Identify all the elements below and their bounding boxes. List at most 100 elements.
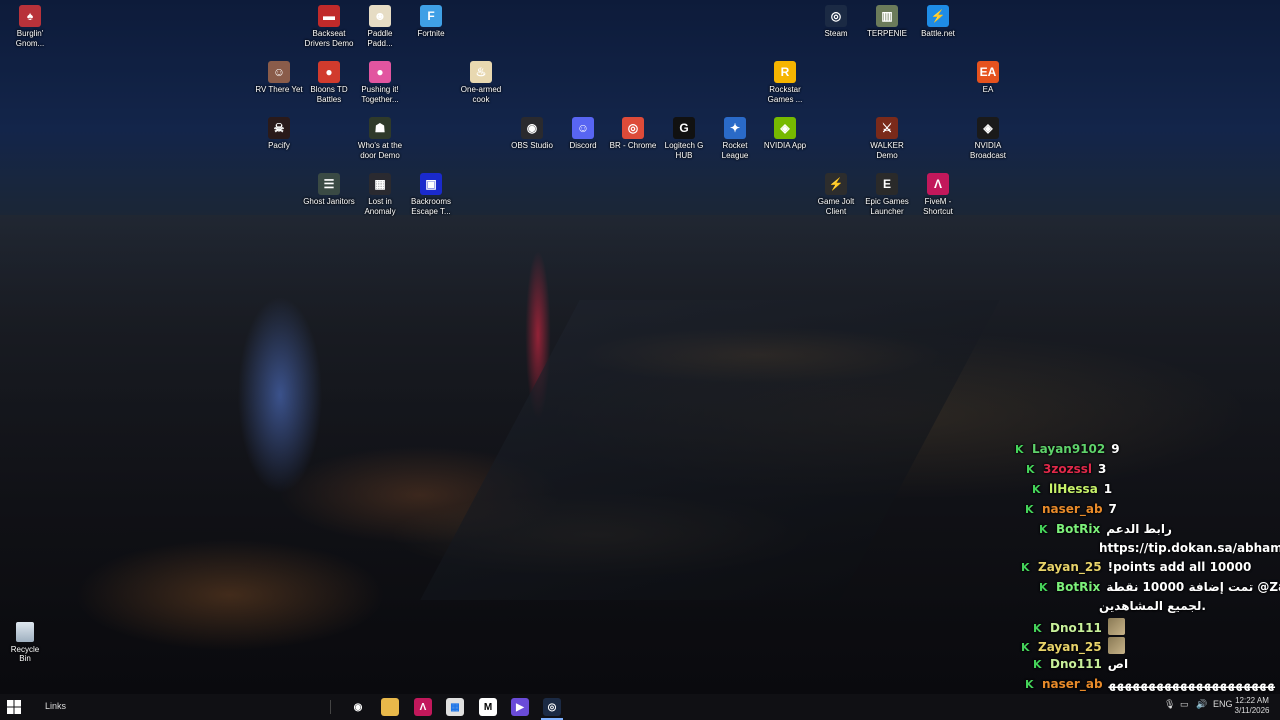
desktop-shortcut[interactable]: F Fortnite	[405, 5, 457, 39]
shortcut-icon: ▥	[876, 5, 898, 27]
chat-text: رابط الدعم	[1106, 522, 1172, 536]
desktop-shortcut[interactable]: ⚡ Game Jolt Client	[810, 173, 862, 217]
desktop-shortcut[interactable]: ◈ NVIDIA App	[759, 117, 811, 151]
shortcut-icon: G	[673, 117, 695, 139]
desktop-shortcut[interactable]: ☰ Ghost Janitors	[303, 173, 355, 207]
links-toolbar[interactable]: Links	[45, 701, 66, 711]
chat-username[interactable]: Zayan_25	[1038, 640, 1102, 654]
microphone-icon[interactable]: 🎙	[1164, 699, 1175, 710]
shortcut-icon: ☠	[268, 117, 290, 139]
shortcut-label: Pushing it! Together...	[361, 85, 399, 104]
clock[interactable]: 12:22 AM 3/11/2026	[1232, 696, 1272, 716]
chat-username[interactable]: naser_ab	[1042, 677, 1103, 691]
recycle-bin-icon[interactable]: Recycle Bin	[4, 622, 46, 663]
kick-badge-icon: K	[1025, 678, 1034, 691]
chat-text: 9	[1111, 442, 1120, 456]
shortcut-label: Rocket League	[721, 141, 749, 160]
steam-icon[interactable]: ◎	[543, 698, 561, 716]
media-player-icon[interactable]: ▶	[511, 698, 529, 716]
chat-username[interactable]: Zayan_25	[1038, 560, 1102, 574]
shortcut-label: Battle.net	[921, 29, 955, 38]
shortcut-label: Pacify	[268, 141, 290, 150]
file-explorer-icon[interactable]: ▇	[381, 698, 399, 716]
desktop-shortcut[interactable]: ⚡ Battle.net	[912, 5, 964, 39]
desktop-shortcut[interactable]: ● Bloons TD Battles	[303, 61, 355, 105]
chat-username[interactable]: BotRix	[1056, 580, 1100, 594]
trash-bin-icon	[16, 622, 34, 642]
emote-image	[1107, 618, 1125, 635]
desktop-shortcut[interactable]: ▣ Backrooms Escape T...	[405, 173, 457, 217]
desktop-shortcut[interactable]: Λ FiveM - Shortcut	[912, 173, 964, 217]
desktop-shortcut[interactable]: ◉ OBS Studio	[506, 117, 558, 151]
shortcut-label: Game Jolt Client	[817, 197, 855, 216]
shortcut-label: RV There Yet	[255, 85, 303, 94]
chat-username[interactable]: Dno111	[1050, 621, 1102, 635]
desktop-shortcut[interactable]: ⚔ WALKER Demo	[861, 117, 913, 161]
kick-badge-icon: K	[1026, 463, 1035, 476]
shortcut-icon: ◈	[977, 117, 999, 139]
desktop-shortcut[interactable]: ◈ NVIDIA Broadcast	[962, 117, 1014, 161]
taskbar: Links ◉ ▇ Λ ▦ M ▶ ◎ 🎙 ▭ 🔊 ENG 12:22 AM 3/11/20…	[0, 694, 1280, 720]
chat-username[interactable]: BotRix	[1056, 522, 1100, 536]
shortcut-icon: ▦	[369, 173, 391, 195]
shortcut-label: OBS Studio	[511, 141, 553, 150]
desktop-shortcut[interactable]: ☺ RV There Yet	[253, 61, 305, 95]
shortcut-label: NVIDIA App	[763, 141, 807, 150]
store-icon[interactable]: ▦	[446, 698, 464, 716]
desktop-shortcut[interactable]: ✦ Rocket League	[709, 117, 761, 161]
obs-icon[interactable]: ◉	[349, 698, 367, 716]
chat-username[interactable]: naser_ab	[1042, 502, 1103, 516]
chat-text: اص	[1107, 657, 1129, 671]
chat-username[interactable]: llHessa	[1049, 482, 1098, 496]
desktop-shortcut[interactable]: ♠ Burglin' Gnom...	[4, 5, 56, 49]
kick-badge-icon: K	[1033, 658, 1042, 671]
shortcut-label: Burglin' Gnom...	[15, 29, 45, 48]
desktop-shortcut[interactable]: ☻ Paddle Padd...	[354, 5, 406, 49]
chat-message: K BotRix تمت إضافة 10000 نقطة @Zayan_25	[1039, 580, 1280, 594]
chat-message: https://tip.dokan.sa/abham-1	[1099, 541, 1280, 555]
desktop-shortcut[interactable]: ☠ Pacify	[253, 117, 305, 151]
chat-message: K Dno111 اص	[1033, 657, 1128, 671]
kick-badge-icon: K	[1021, 641, 1030, 654]
volume-icon[interactable]: 🔊	[1196, 699, 1207, 710]
chat-username[interactable]: 3zozssl	[1043, 462, 1092, 476]
desktop-shortcut[interactable]: E Epic Games Launcher	[861, 173, 913, 217]
chat-username[interactable]: Layan9102	[1032, 442, 1105, 456]
shortcut-label: Discord	[569, 141, 597, 150]
desktop-shortcut[interactable]: ☺ Discord	[557, 117, 609, 151]
chat-message: K Zayan_25 !points add all 10000	[1021, 560, 1251, 574]
shortcut-icon: ●	[369, 61, 391, 83]
desktop-shortcut[interactable]: G Logitech G HUB	[658, 117, 710, 161]
shortcut-icon: ⚔	[876, 117, 898, 139]
windows-start-icon[interactable]	[6, 699, 22, 715]
shortcut-icon: ⚡	[825, 173, 847, 195]
kick-badge-icon: K	[1021, 561, 1030, 574]
network-icon[interactable]: ▭	[1180, 699, 1189, 710]
chat-username[interactable]: Dno111	[1050, 657, 1102, 671]
chat-message: Knaser_ab 7	[1025, 502, 1117, 516]
chat-message: K Layan9102 9	[1015, 442, 1120, 456]
desktop-shortcut[interactable]: ● Pushing it! Together...	[354, 61, 406, 105]
kick-badge-icon: K	[1039, 581, 1048, 594]
shortcut-label: TERPENIE	[866, 29, 907, 38]
desktop-shortcut[interactable]: ▬ Backseat Drivers Demo	[303, 5, 355, 49]
fivem-icon[interactable]: Λ	[414, 698, 432, 716]
taskbar-separator	[330, 700, 331, 714]
desktop-shortcut[interactable]: ◎ Steam	[810, 5, 862, 39]
shortcut-label: Who's at the door Demo	[357, 141, 403, 160]
mod-manager-icon[interactable]: M	[479, 698, 497, 716]
shortcut-label: EA	[982, 85, 994, 94]
desktop-shortcut[interactable]: ◎ BR - Chrome	[607, 117, 659, 151]
language-indicator[interactable]: ENG	[1213, 699, 1233, 709]
shortcut-icon: E	[876, 173, 898, 195]
desktop-shortcut[interactable]: R Rockstar Games ...	[759, 61, 811, 105]
desktop-shortcut[interactable]: ♨ One-armed cook	[455, 61, 507, 105]
shortcut-icon: ☰	[318, 173, 340, 195]
chat-text: 1	[1103, 482, 1113, 496]
desktop-shortcut[interactable]: ▦ Lost in Anomaly	[354, 173, 406, 217]
desktop-shortcut[interactable]: EA EA	[962, 61, 1014, 95]
shortcut-label: BR - Chrome	[609, 141, 657, 150]
emote-image	[1107, 637, 1125, 654]
desktop-shortcut[interactable]: ☗ Who's at the door Demo	[354, 117, 406, 161]
desktop-shortcut[interactable]: ▥ TERPENIE	[861, 5, 913, 39]
